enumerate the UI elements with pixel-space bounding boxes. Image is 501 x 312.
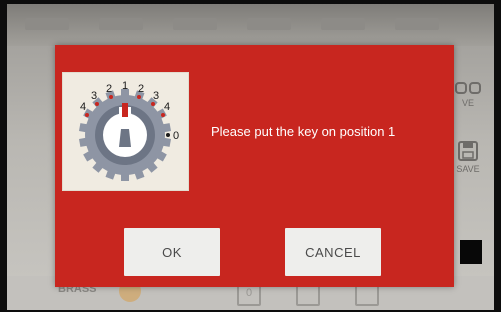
background-color-swatch bbox=[460, 240, 482, 264]
cancel-button[interactable]: CANCEL bbox=[285, 228, 381, 276]
dial-number: 3 bbox=[91, 90, 97, 102]
dial-number-selected: 1 bbox=[122, 80, 128, 92]
dial-number: 2 bbox=[138, 83, 144, 95]
background-side-label: VE bbox=[461, 98, 474, 108]
ok-button[interactable]: OK bbox=[124, 228, 220, 276]
dial-number: 4 bbox=[80, 101, 86, 113]
background-toolbar-item bbox=[173, 18, 217, 30]
background-toolbar-item bbox=[25, 18, 69, 30]
floppy-disk-icon bbox=[458, 141, 478, 161]
dial-number: 4 bbox=[164, 101, 170, 113]
background-side-button: VE bbox=[448, 80, 488, 108]
key-position-dial-icon: 4 3 2 1 2 3 4 0 bbox=[62, 72, 189, 191]
dialog-message: Please put the key on position 1 bbox=[211, 124, 396, 139]
background-save-button: SAVE bbox=[448, 140, 488, 174]
background-toolbar-item bbox=[247, 18, 291, 30]
dial-zero-label: 0 bbox=[173, 130, 179, 142]
background-toolbar-item bbox=[99, 18, 143, 30]
background-toolbar-item bbox=[321, 18, 365, 30]
dial-number: 3 bbox=[153, 90, 159, 102]
background-side-label: SAVE bbox=[456, 164, 480, 174]
dial-number: 2 bbox=[106, 83, 112, 95]
link-icon bbox=[455, 82, 481, 94]
background-toolbar-item bbox=[395, 18, 439, 30]
